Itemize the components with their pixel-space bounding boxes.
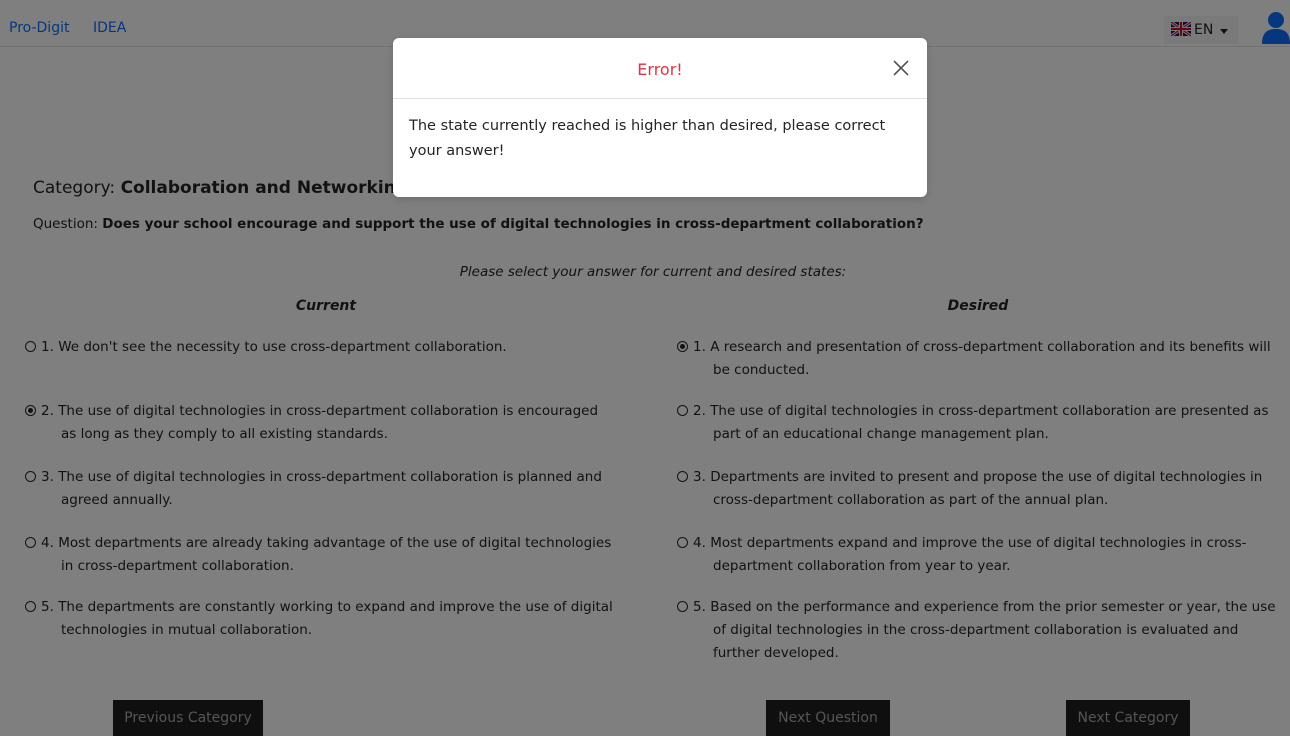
modal-message: The state currently reached is higher th… <box>409 118 886 159</box>
modal-header: Error! <box>393 38 927 99</box>
error-modal: Error! The state currently reached is hi… <box>393 38 927 197</box>
modal-title: Error! <box>637 60 683 79</box>
close-icon[interactable] <box>891 58 911 78</box>
